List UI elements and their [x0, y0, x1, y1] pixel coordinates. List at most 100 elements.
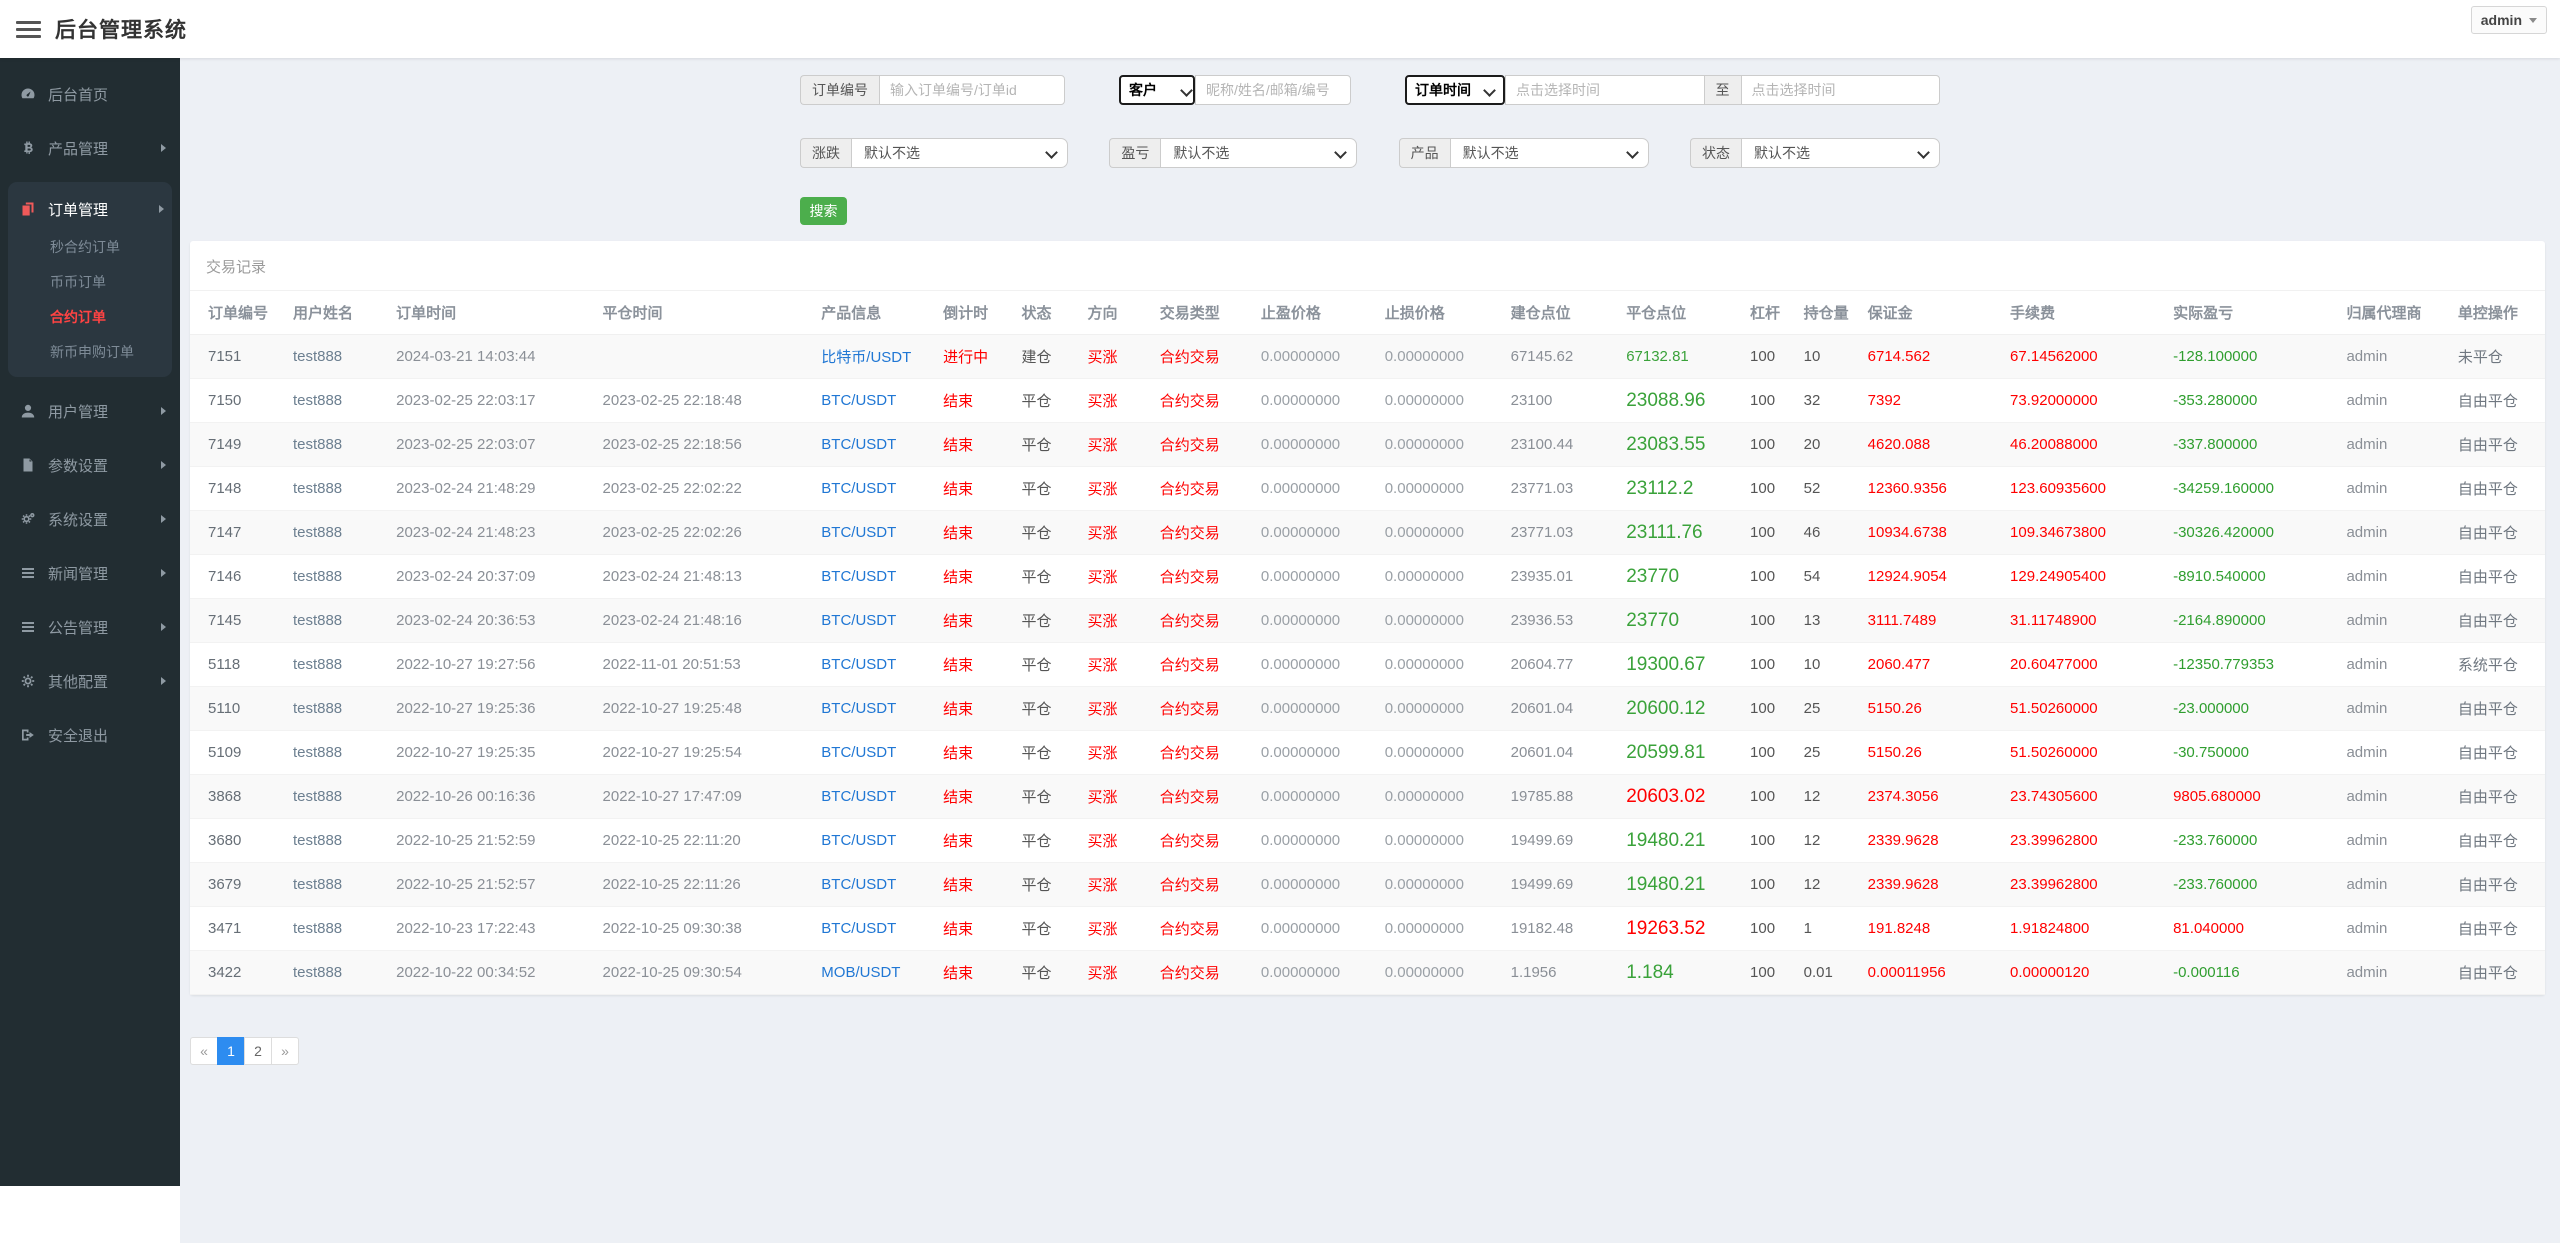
cell-close-time: 2023-02-24 21:48:13 — [594, 554, 814, 599]
pagination-page-2[interactable]: 2 — [244, 1037, 272, 1065]
cell-product[interactable]: BTC/USDT — [813, 510, 936, 555]
cell-product[interactable]: 比特币/USDT — [813, 334, 936, 379]
cell-trade-type: 合约交易 — [1151, 510, 1253, 555]
cell-agent: admin — [2338, 862, 2450, 907]
cell-agent: admin — [2338, 378, 2450, 423]
cell-username: test888 — [284, 906, 389, 951]
sidebar-subitem-coin[interactable]: 币币订单 — [8, 264, 172, 299]
cell-direction: 买涨 — [1079, 378, 1152, 423]
cell-product[interactable]: BTC/USDT — [813, 862, 936, 907]
column-header-operation: 单控操作 — [2449, 291, 2545, 335]
time-filter: 订单时间 至 — [1405, 75, 1940, 105]
cell-product[interactable]: BTC/USDT — [813, 598, 936, 643]
sidebar-item-other[interactable]: 其他配置 — [0, 661, 180, 701]
cell-product[interactable]: BTC/USDT — [813, 686, 936, 731]
cell-operation: 系统平仓 — [2449, 642, 2545, 687]
cell-order-id: 3868 — [190, 774, 285, 819]
cell-open-point: 23771.03 — [1502, 466, 1619, 511]
cell-product[interactable]: BTC/USDT — [813, 554, 936, 599]
cell-open-point: 20601.04 — [1502, 730, 1619, 775]
cell-close-point: 20603.02 — [1618, 774, 1743, 819]
time-from-input[interactable] — [1505, 75, 1705, 105]
search-button[interactable]: 搜索 — [800, 197, 847, 225]
time-to-input[interactable] — [1740, 75, 1940, 105]
product-select[interactable]: 默认不选 — [1449, 138, 1649, 168]
cell-order-time: 2022-10-25 21:52:57 — [388, 862, 595, 907]
status-select[interactable]: 默认不选 — [1740, 138, 1940, 168]
customer-filter: 客户 — [1119, 75, 1351, 105]
cell-fee: 51.50260000 — [2002, 730, 2166, 775]
cell-product[interactable]: BTC/USDT — [813, 730, 936, 775]
customer-input[interactable] — [1195, 75, 1351, 105]
sidebar-subitem-new-coin[interactable]: 新币申购订单 — [8, 334, 172, 369]
profit-loss-select[interactable]: 默认不选 — [1160, 138, 1358, 168]
rise-fall-select[interactable]: 默认不选 — [851, 138, 1068, 168]
cell-trade-type: 合约交易 — [1151, 906, 1253, 951]
cell-close-point: 19480.21 — [1618, 818, 1743, 863]
sidebar-item-logout[interactable]: 安全退出 — [0, 715, 180, 755]
cell-margin: 2060.477 — [1859, 642, 2003, 687]
cell-countdown: 结束 — [935, 730, 1014, 775]
cell-product[interactable]: BTC/USDT — [813, 906, 936, 951]
cell-product[interactable]: BTC/USDT — [813, 422, 936, 467]
menu-toggle-icon[interactable] — [16, 17, 41, 42]
sidebar-item-users[interactable]: 用户管理 — [0, 391, 180, 431]
table-row: 3868 test888 2022-10-26 00:16:36 2022-10-27… — [190, 774, 2545, 819]
sidebar-subitem-contract[interactable]: 合约订单 — [8, 299, 172, 334]
orders-icon — [18, 201, 37, 218]
table-row: 5109 test888 2022-10-27 19:25:35 2022-10-27… — [190, 730, 2545, 775]
user-menu-button[interactable]: admin — [2470, 6, 2547, 34]
cell-product[interactable]: MOB/USDT — [813, 950, 936, 995]
cell-operation: 自由平仓 — [2449, 686, 2545, 731]
cell-product[interactable]: BTC/USDT — [813, 642, 936, 687]
cell-order-time: 2022-10-23 17:22:43 — [388, 906, 595, 951]
cell-open-point: 19785.88 — [1502, 774, 1619, 819]
cell-tp-price: 0.00000000 — [1252, 334, 1377, 379]
cell-product[interactable]: BTC/USDT — [813, 378, 936, 423]
cell-pl: -0.000116 — [2165, 950, 2339, 995]
sidebar-item-system[interactable]: 系统设置 — [0, 499, 180, 539]
caret-right-icon — [159, 205, 164, 213]
order-no-input[interactable] — [879, 75, 1065, 105]
cell-order-time: 2023-02-24 20:37:09 — [388, 554, 595, 599]
sidebar-item-params[interactable]: 参数设置 — [0, 445, 180, 485]
cell-direction: 买涨 — [1079, 334, 1152, 379]
cell-status: 平仓 — [1013, 774, 1080, 819]
customer-type-select[interactable]: 客户 — [1119, 75, 1195, 105]
sidebar-item-home[interactable]: 后台首页 — [0, 74, 180, 114]
time-type-select[interactable]: 订单时间 — [1405, 75, 1505, 105]
cell-open-point: 19182.48 — [1502, 906, 1619, 951]
cell-product[interactable]: BTC/USDT — [813, 466, 936, 511]
file-icon — [18, 457, 37, 474]
sidebar-item-notice[interactable]: 公告管理 — [0, 607, 180, 647]
cell-leverage: 100 — [1742, 422, 1796, 467]
cell-direction: 买涨 — [1079, 950, 1152, 995]
sidebar-item-products[interactable]: 产品管理 — [0, 128, 180, 168]
sidebar-item-label: 产品管理 — [48, 140, 109, 158]
cell-order-id: 5110 — [190, 686, 285, 731]
cell-margin: 7392 — [1859, 378, 2003, 423]
cell-countdown: 结束 — [935, 818, 1014, 863]
cell-margin: 2374.3056 — [1859, 774, 2003, 819]
pagination-page-1[interactable]: 1 — [217, 1037, 245, 1065]
cell-product[interactable]: BTC/USDT — [813, 818, 936, 863]
cell-countdown: 结束 — [935, 510, 1014, 555]
table-row: 7150 test888 2023-02-25 22:03:17 2023-02-25… — [190, 378, 2545, 423]
cell-fee: 123.60935600 — [2002, 466, 2166, 511]
cell-sl-price: 0.00000000 — [1376, 598, 1503, 643]
cell-tp-price: 0.00000000 — [1252, 378, 1377, 423]
caret-right-icon — [161, 461, 166, 469]
pagination-prev[interactable]: « — [190, 1037, 218, 1065]
sidebar-item-orders[interactable]: 订单管理 — [8, 189, 172, 229]
sidebar-subitem-second-contract[interactable]: 秒合约订单 — [8, 229, 172, 264]
cell-close-point: 23111.76 — [1618, 510, 1743, 555]
cell-close-time: 2022-11-01 20:51:53 — [594, 642, 814, 687]
pagination-next[interactable]: » — [271, 1037, 299, 1065]
cell-agent: admin — [2338, 466, 2450, 511]
cell-close-point: 23770 — [1618, 554, 1743, 599]
cell-product[interactable]: BTC/USDT — [813, 774, 936, 819]
pagination: «1 2» — [190, 1037, 2560, 1065]
cell-sl-price: 0.00000000 — [1376, 422, 1503, 467]
sidebar-item-news[interactable]: 新闻管理 — [0, 553, 180, 593]
cell-status: 平仓 — [1013, 906, 1080, 951]
